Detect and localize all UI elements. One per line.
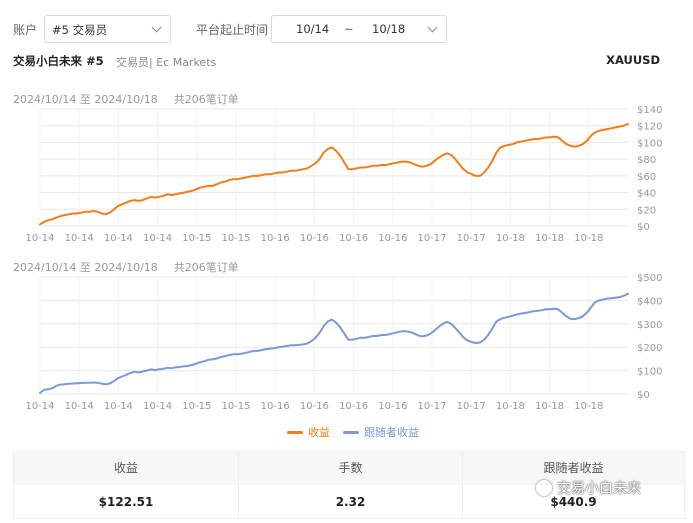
x-tick-label: 10-17 [417,233,446,244]
x-tick-label: 10-14 [65,233,94,244]
x-tick-label: 10-16 [378,233,407,244]
end-date[interactable]: 10/18 [372,22,405,36]
series-line-follower [39,292,629,394]
y-tick-label: $500 [637,273,662,284]
y-tick-label: $0 [637,390,650,401]
broker-name: 交易员| Ec Markets [116,56,217,69]
x-tick-label: 10-14 [25,401,54,412]
y-tick-label: $60 [637,172,656,183]
x-tick-label: 10-17 [457,401,486,412]
y-tick-label: $120 [637,122,662,133]
stat-lots-label: 手数 [239,452,462,485]
wechat-icon [536,480,552,496]
x-tick-label: 10-14 [143,401,172,412]
watermark: 交易小白未来 [536,478,641,498]
account-select-value: #5 交易员 [52,23,108,37]
trader-info: 交易小白未来 #5 交易员| Ec Markets XAUUSD [0,52,693,70]
y-tick-label: $40 [637,189,656,200]
x-tick-label: 10-14 [25,233,54,244]
account-label: 账户 [13,23,38,37]
x-tick-label: 10-18 [574,233,603,244]
x-tick-label: 10-15 [221,401,250,412]
legend-item-follower[interactable]: 跟随者收益 [343,424,419,440]
y-tick-label: $0 [637,222,650,233]
x-tick-label: 10-15 [182,401,211,412]
x-tick-label: 10-16 [339,233,368,244]
x-tick-label: 10-14 [143,233,172,244]
x-tick-label: 10-18 [535,401,564,412]
symbol: XAUUSD [606,53,660,67]
x-tick-label: 10-16 [261,401,290,412]
chevron-down-icon [151,22,162,33]
stat-profit: 收益 $122.51 [14,452,238,518]
chevron-down-icon [427,22,438,33]
account-select[interactable]: #5 交易员 [44,15,171,43]
stat-lots-value: 2.32 [335,495,366,509]
legend-label-follower: 跟随者收益 [364,426,419,439]
filter-bar: 账户 #5 交易员 平台起止时间 10/14 ~ 10/18 [0,14,693,44]
follower-profit-chart: $0 $100 $200 $300 $400 $500 10-14 10-14 10-14 10-… [25,273,662,412]
y-tick-label: $300 [637,320,662,331]
x-tick-label: 10-15 [221,233,250,244]
y-tick-label: $400 [637,296,662,307]
x-tick-label: 10-16 [300,401,329,412]
date-separator: ~ [344,22,354,36]
legend-swatch-follower [343,430,359,434]
x-tick-label: 10-15 [182,233,211,244]
stat-profit-label: 收益 [14,452,238,485]
legend-swatch-profit [287,430,303,434]
x-tick-label: 10-18 [496,233,525,244]
x-tick-label: 10-16 [378,401,407,412]
watermark-text: 交易小白未来 [557,481,641,497]
start-date[interactable]: 10/14 [296,22,329,36]
y-tick-label: $100 [637,367,662,378]
legend-item-profit[interactable]: 收益 [287,424,330,440]
stat-profit-value: $122.51 [98,495,154,509]
x-tick-label: 10-16 [261,233,290,244]
y-tick-label: $100 [637,138,662,149]
x-tick-label: 10-16 [300,233,329,244]
y-tick-label: $80 [637,155,656,166]
x-tick-label: 10-18 [574,401,603,412]
x-tick-label: 10-16 [339,401,368,412]
chart-legend: 收益 跟随者收益 [0,424,693,440]
stat-lots: 手数 2.32 [239,452,462,518]
x-tick-label: 10-14 [65,401,94,412]
date-range-picker[interactable]: 10/14 ~ 10/18 [271,15,447,43]
x-tick-label: 10-14 [104,233,133,244]
x-tick-label: 10-18 [496,401,525,412]
y-tick-label: $20 [637,205,656,216]
profit-chart: $0 $20 $40 $60 $80 $100 $120 $140 10-14 10-14 10-1… [25,105,662,244]
x-tick-label: 10-18 [535,233,564,244]
period-label: 平台起止时间 [196,23,269,37]
legend-label-profit: 收益 [308,426,330,439]
x-tick-label: 10-17 [457,233,486,244]
x-tick-label: 10-17 [417,401,446,412]
y-tick-label: $140 [637,105,662,116]
y-tick-label: $200 [637,343,662,354]
trader-name: 交易小白未来 #5 [13,54,104,68]
x-tick-label: 10-14 [104,401,133,412]
